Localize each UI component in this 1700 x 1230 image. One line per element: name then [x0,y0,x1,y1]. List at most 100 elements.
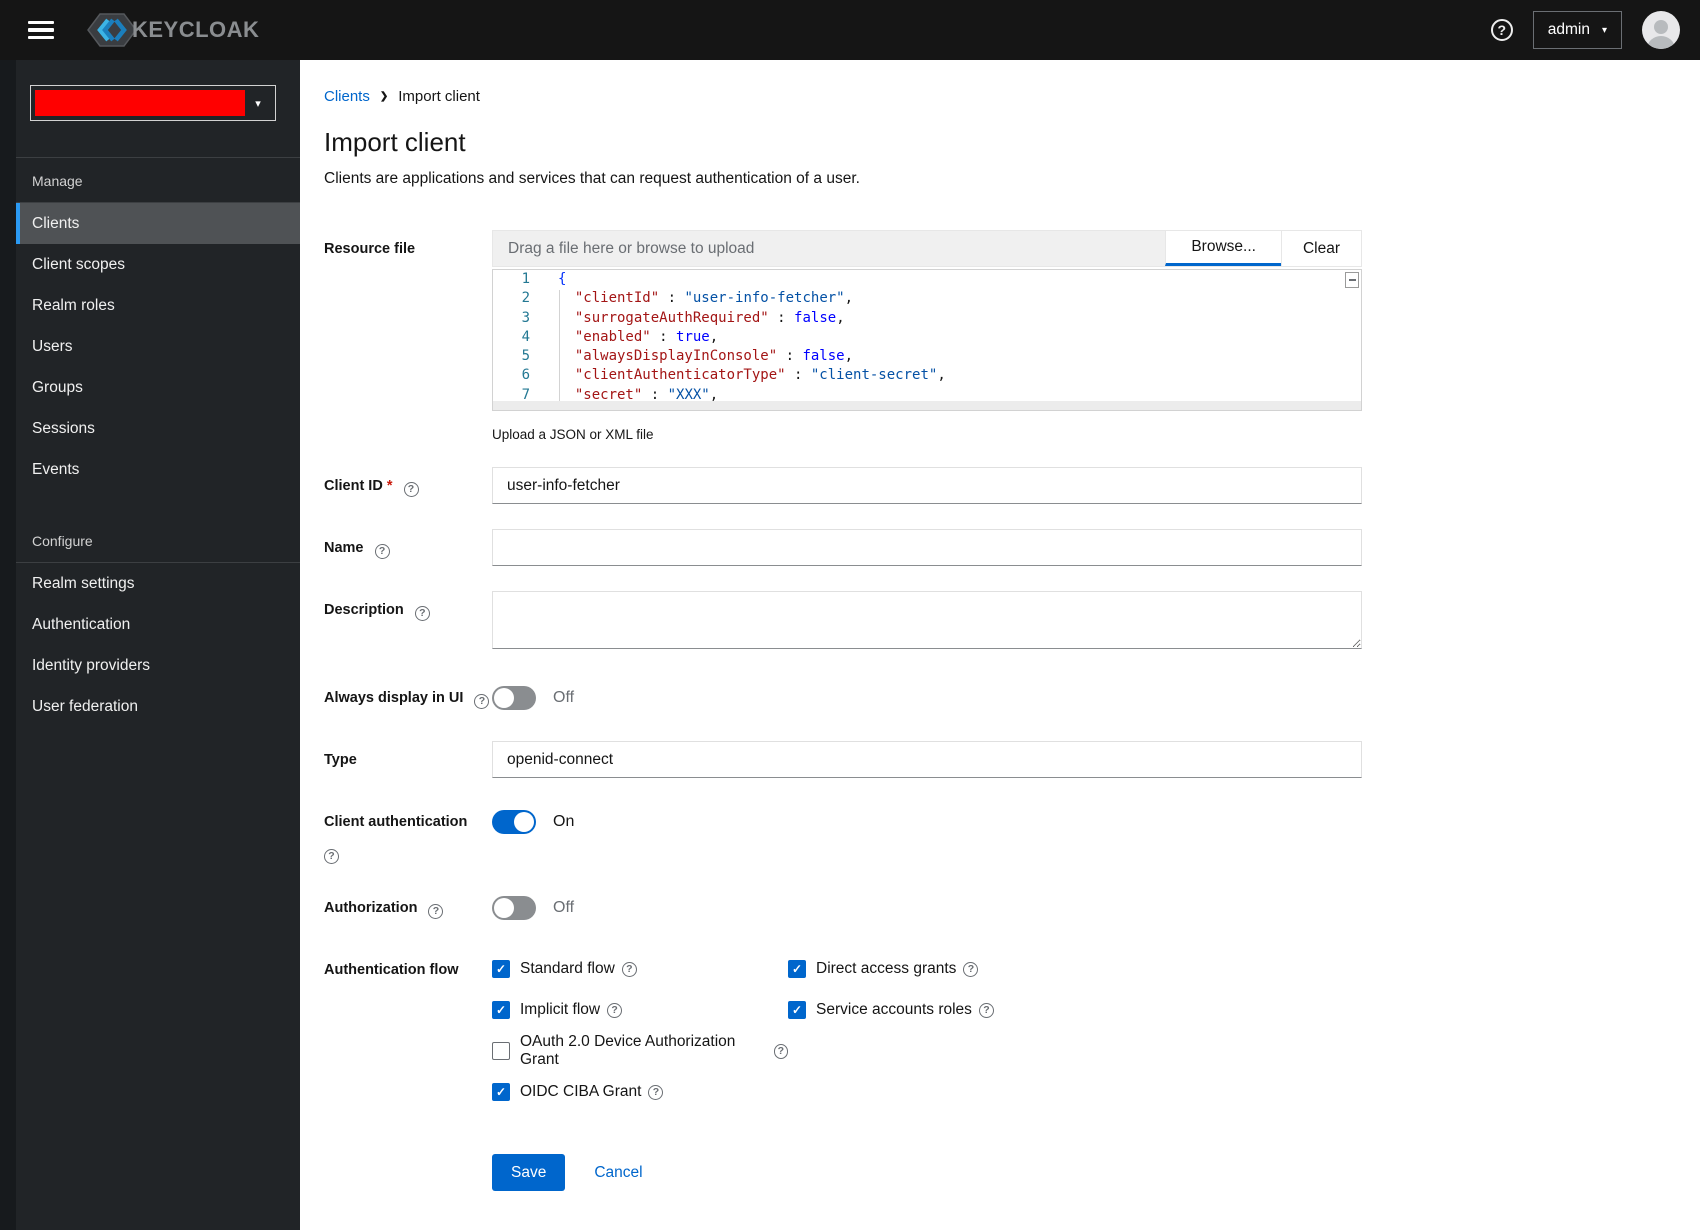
name-help-icon[interactable]: ? [374,544,390,560]
line-number: 2 [521,290,530,307]
checkbox-item-oidc-ciba-grant[interactable]: ✓ OIDC CIBA Grant? [492,1080,788,1104]
page-subtitle: Clients are applications and services th… [324,170,860,187]
checkbox-checked-icon[interactable]: ✓ [492,1001,510,1020]
user-dropdown[interactable]: admin ▾ [1532,11,1622,49]
sidebar-nav: Manage Clients Client scopes Realm roles Use… [16,158,300,727]
sidebar-item-authentication[interactable]: Authentication [16,604,300,645]
description-textarea[interactable] [492,591,1362,649]
name-input[interactable] [492,529,1362,566]
checkbox-label: Standard flow [520,960,615,978]
checkbox-help-icon[interactable]: ? [607,1002,623,1018]
code-line[interactable]: 6 "clientAuthenticatorType" : "client-se… [493,366,1361,385]
checkbox-label: OIDC CIBA Grant [520,1083,642,1101]
line-number: 5 [521,348,530,365]
brand-text: KEYCLOAK [132,17,260,42]
breadcrumb: Clients ❯ Import client [324,88,1700,105]
user-silhouette-icon [1647,20,1675,49]
chevron-down-icon: ▾ [1601,24,1607,36]
checkbox-checked-icon[interactable]: ✓ [492,1083,510,1102]
client-auth-toggle[interactable] [492,809,536,834]
realm-selector[interactable]: ▾ [30,85,276,121]
breadcrumb-link-clients[interactable]: Clients [324,88,370,105]
client-auth-help-icon[interactable]: ? [324,849,339,865]
always-display-toggle[interactable] [492,685,536,710]
client-id-label: Client ID * ? [324,467,492,504]
sidebar-item-user-federation[interactable]: User federation [16,686,300,727]
checkbox-item-standard-flow[interactable]: ✓ Standard flow? [492,957,788,981]
chevron-down-icon: ▾ [255,97,261,110]
sidebar-item-realm-roles[interactable]: Realm roles [16,285,300,326]
sidebar-item-client-scopes[interactable]: Client scopes [16,244,300,285]
help-icon[interactable]: ? [1490,19,1513,41]
always-display-state: Off [553,688,575,706]
sidebar-item-events[interactable]: Events [16,449,300,490]
type-label: Type [324,752,357,768]
client-auth-state: On [553,812,575,830]
browse-button[interactable]: Browse... [1165,231,1281,266]
save-button[interactable]: Save [492,1154,566,1192]
sidebar-item-groups[interactable]: Groups [16,367,300,408]
authorization-label: Authorization ? [324,889,492,926]
auth-flow-options: ✓ Standard flow? ✓ Direct access grants? ✓ Im… [492,951,1362,1104]
checkbox-help-icon[interactable]: ? [648,1084,664,1100]
code-line[interactable]: 4 "enabled" : true, [493,328,1361,347]
checkbox-help-icon[interactable]: ? [978,1002,994,1018]
code-line[interactable]: 1{ [493,270,1361,289]
avatar[interactable] [1642,11,1680,49]
checkbox-help-icon[interactable]: ? [773,1043,788,1059]
masthead: KEYCLOAK ? admin ▾ [0,0,1700,60]
authorization-help-icon[interactable]: ? [428,904,444,920]
checkbox-unchecked-icon[interactable] [492,1042,510,1061]
realm-name-redacted [35,90,245,116]
required-asterisk: * [386,478,393,494]
checkbox-checked-icon[interactable]: ✓ [788,960,806,979]
code-line[interactable]: 2 "clientId" : "user-info-fetcher", [493,289,1361,308]
checkbox-item-service-accounts-roles[interactable]: ✓ Service accounts roles? [788,998,1362,1022]
nav-group-title: Manage [32,173,83,189]
checkbox-checked-icon[interactable]: ✓ [788,1001,806,1020]
checkbox-help-icon[interactable]: ? [963,961,979,977]
checkbox-item-direct-access-grants[interactable]: ✓ Direct access grants? [788,957,1362,981]
name-label: Name ? [324,529,492,566]
nav-group-configure: Configure Realm settings Authentication Ide… [16,518,300,727]
json-code-editor[interactable]: 1{2 "clientId" : "user-info-fetcher", 3 "… [492,269,1362,411]
keycloak-logo: KEYCLOAK [86,8,259,52]
clear-button[interactable]: Clear [1280,231,1361,266]
authorization-toggle[interactable] [492,895,536,920]
client-id-input[interactable] [492,467,1362,504]
cancel-button[interactable]: Cancel [594,1164,642,1182]
type-input[interactable] [492,741,1362,778]
sidebar-item-sessions[interactable]: Sessions [16,408,300,449]
sidebar-item-identity-providers[interactable]: Identity providers [16,645,300,686]
description-help-icon[interactable]: ? [414,606,430,622]
sidebar-item-clients[interactable]: Clients [16,203,300,244]
file-drop-zone[interactable]: Drag a file here or browse to upload [493,231,1166,266]
import-client-form: Resource file Drag a file here or browse… [324,230,1700,1192]
line-number: 1 [521,271,530,287]
code-line[interactable]: 5 "alwaysDisplayInConsole" : false, [493,347,1361,366]
editor-scrollbar[interactable] [1345,272,1359,288]
checkbox-help-icon[interactable]: ? [621,961,637,977]
checkbox-item-implicit-flow[interactable]: ✓ Implicit flow? [492,998,788,1022]
app-window: KEYCLOAK ? admin ▾ ▾ Manage Clients Clie… [0,0,1700,1230]
checkbox-label: Implicit flow [520,1001,601,1019]
hamburger-menu-icon[interactable] [28,20,54,40]
client-id-help-icon[interactable]: ? [403,482,419,498]
sidebar-item-realm-settings[interactable]: Realm settings [16,563,300,604]
authorization-state: Off [553,898,575,916]
resource-file-label: Resource file [324,241,416,257]
description-label: Description ? [324,591,492,654]
auth-flow-label: Authentication flow [324,962,459,979]
editor-horizontal-scrollbar[interactable] [493,401,1361,410]
checkbox-label: OAuth 2.0 Device Authorization Grant [520,1033,736,1069]
breadcrumb-current: Import client [398,88,480,105]
keycloak-hexagon-icon [87,13,137,47]
always-display-help-icon[interactable]: ? [474,694,490,710]
checkbox-checked-icon[interactable]: ✓ [492,960,510,979]
client-auth-label: Client authentication ? [324,803,492,865]
breadcrumb-chevron-icon: ❯ [379,91,389,102]
always-display-label: Always display in UI ? [324,679,492,716]
sidebar-item-users[interactable]: Users [16,326,300,367]
checkbox-item-oauth-2-0-device-authorization-grant[interactable]: OAuth 2.0 Device Authorization Grant? [492,1033,788,1068]
code-line[interactable]: 3 "surrogateAuthRequired" : false, [493,309,1361,328]
